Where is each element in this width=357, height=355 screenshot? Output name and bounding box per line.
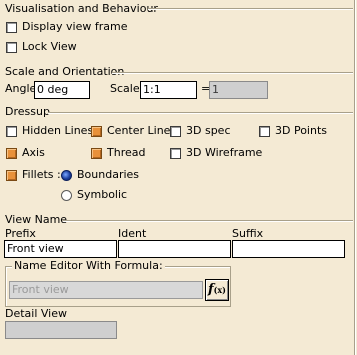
wireframe-3d-label[interactable]: 3D Wireframe [186, 146, 262, 159]
fillets-label[interactable]: Fillets : [22, 168, 61, 181]
formula-fx-button[interactable]: f(x) [205, 279, 229, 301]
center-line-checkbox[interactable] [91, 126, 102, 137]
panel-right-edge [354, 0, 356, 355]
boundaries-label[interactable]: Boundaries [77, 168, 139, 181]
points-3d-label[interactable]: 3D Points [275, 124, 327, 137]
scale-label: Scale: [110, 82, 144, 95]
fx-sub: (x) [213, 285, 226, 295]
display-view-frame-label[interactable]: Display view frame [22, 20, 128, 33]
scale-result-field: 1 [209, 81, 268, 99]
hidden-lines-checkbox[interactable] [6, 126, 17, 137]
thread-checkbox[interactable] [91, 148, 102, 159]
axis-checkbox[interactable] [6, 148, 17, 159]
angle-input[interactable]: 0 deg [34, 81, 90, 99]
points-3d-checkbox[interactable] [259, 126, 270, 137]
prefix-input[interactable]: Front view [4, 240, 117, 258]
spec-3d-label[interactable]: 3D spec [186, 124, 231, 137]
name-editor-title: Name Editor With Formula: [12, 259, 165, 272]
ident-input[interactable] [118, 240, 231, 258]
wireframe-3d-checkbox[interactable] [170, 148, 181, 159]
symbolic-radio[interactable] [61, 190, 72, 201]
lock-view-checkbox[interactable] [6, 42, 17, 53]
detail-view-field [5, 321, 117, 339]
dressup-divider [48, 112, 353, 114]
symbolic-label[interactable]: Symbolic [77, 188, 127, 201]
lock-view-label[interactable]: Lock View [22, 40, 77, 53]
spec-3d-checkbox[interactable] [170, 126, 181, 137]
center-line-label[interactable]: Center Line [107, 124, 170, 137]
display-view-frame-checkbox[interactable] [6, 22, 17, 33]
fillets-checkbox[interactable] [6, 170, 17, 181]
hidden-lines-label[interactable]: Hidden Lines [22, 124, 93, 137]
scale-orientation-divider [112, 72, 353, 74]
visualisation-divider [148, 8, 353, 10]
visualisation-section-title: Visualisation and Behaviour [5, 2, 158, 15]
dressup-section-title: Dressup [5, 105, 50, 118]
suffix-input[interactable] [232, 240, 345, 258]
thread-label[interactable]: Thread [107, 146, 145, 159]
axis-label[interactable]: Axis [22, 146, 45, 159]
prefix-label: Prefix [5, 227, 36, 240]
detail-view-label: Detail View [5, 307, 68, 320]
ident-label: Ident [118, 227, 147, 240]
view-name-section-title: View Name [5, 213, 68, 226]
scale-orientation-section-title: Scale and Orientation [5, 65, 125, 78]
formula-input: Front view [9, 281, 203, 299]
view-name-divider [63, 220, 353, 222]
scale-input[interactable]: 1:1 [140, 81, 197, 99]
suffix-label: Suffix [232, 227, 264, 240]
boundaries-radio[interactable] [61, 170, 72, 181]
